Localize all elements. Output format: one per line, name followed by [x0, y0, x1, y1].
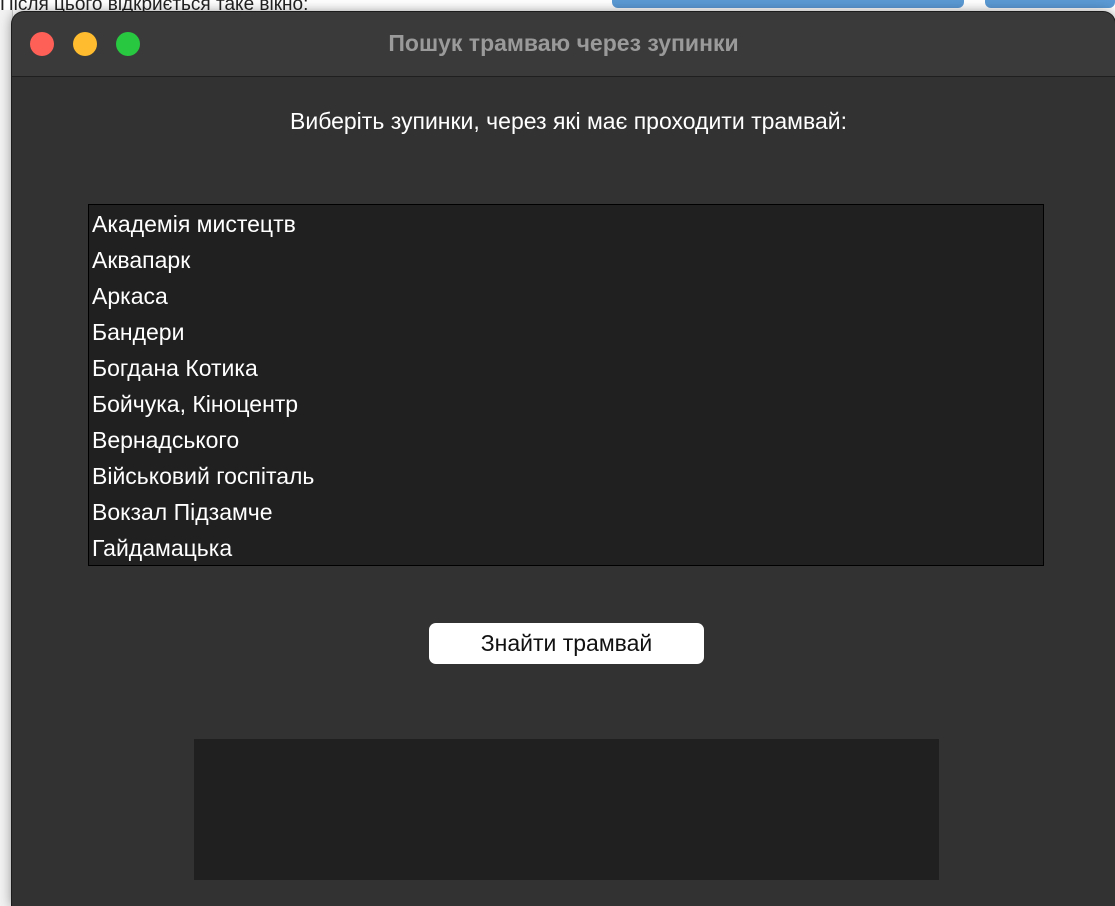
stops-prompt-label: Виберіть зупинки, через які має проходит… — [290, 108, 847, 134]
window-title: Пошук трамваю через зупинки — [388, 30, 739, 56]
stop-list-item[interactable]: Аквапарк — [89, 242, 1043, 278]
window-titlebar[interactable]: Пошук трамваю через зупинки — [12, 12, 1115, 77]
background-tab — [612, 0, 964, 8]
tram-search-window: Пошук трамваю через зупинки Виберіть зуп… — [12, 12, 1115, 906]
stop-list-item[interactable]: Академія мистецтв — [89, 206, 1043, 242]
stop-list-item[interactable]: Богдана Котика — [89, 350, 1043, 386]
stop-list-item[interactable]: Бандери — [89, 314, 1043, 350]
stops-listbox[interactable]: Академія мистецтв Аквапарк Аркаса Бандери Бо… — [88, 204, 1044, 566]
find-tram-button[interactable]: Знайти трамвай — [429, 623, 704, 664]
stop-list-item[interactable]: Вокзал Підзамче — [89, 494, 1043, 530]
stop-list-item[interactable]: Аркаса — [89, 278, 1043, 314]
stop-list-item[interactable]: Гайдамацька — [89, 530, 1043, 565]
stop-list-item[interactable]: Вернадського — [89, 422, 1043, 458]
background-tab — [985, 0, 1115, 8]
stop-list-item[interactable]: Бойчука, Кіноцентр — [89, 386, 1043, 422]
stop-list-item[interactable]: Військовий госпіталь — [89, 458, 1043, 494]
result-output-area — [194, 739, 939, 880]
